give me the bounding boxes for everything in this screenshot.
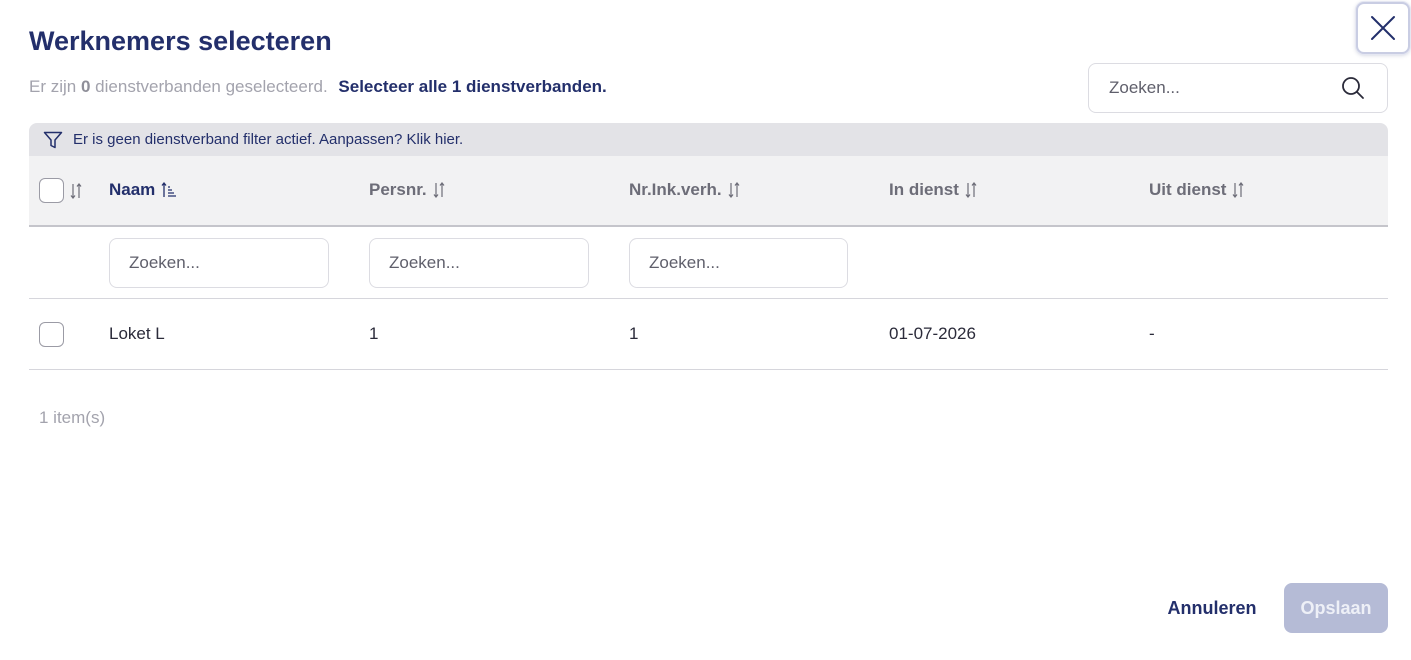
filter-icon [43,131,63,149]
sort-icon[interactable] [728,181,740,199]
employment-filter-bar[interactable]: Er is geen dienstverband filter actief. … [29,123,1388,156]
select-all-checkbox[interactable] [39,178,64,203]
persnr-filter-input[interactable] [369,238,589,288]
column-header-label: Persnr. [369,180,427,199]
selection-suffix: dienstverbanden geselecteerd. [95,77,328,96]
filter-bar-text: Er is geen dienstverband filter actief. … [73,131,464,148]
selection-count: 0 [80,77,91,96]
sort-icon[interactable] [1232,181,1244,199]
column-header-label: Nr.Ink.verh. [629,180,722,199]
cell-in-dienst: 01-07-2026 [889,324,976,343]
cell-naam: Loket L [109,324,165,343]
save-button[interactable]: Opslaan [1284,583,1388,633]
sort-icon[interactable] [433,181,445,199]
global-search [1088,63,1388,113]
column-filter-row [29,228,1388,299]
item-count: 1 item(s) [39,408,106,427]
table-header: Naam Persnr. Nr.Ink.verh. In dienst Uit … [29,156,1388,227]
sort-icon[interactable] [70,182,82,200]
global-search-input[interactable] [1089,64,1339,112]
dialog-title: Werknemers selecteren [29,26,332,56]
employee-select-dialog: Werknemers selecteren Er zijn 0 dienstve… [0,0,1411,660]
column-header-naam[interactable]: Naam [109,180,177,200]
selection-prefix: Er zijn [29,77,77,96]
nr-ink-verh-filter-input[interactable] [629,238,848,288]
select-all-link[interactable]: Selecteer alle 1 dienstverbanden. [338,77,606,96]
column-header-label: Naam [109,180,156,199]
table-row[interactable]: Loket L 1 1 01-07-2026 - [29,299,1388,370]
column-header-nr-ink-verh[interactable]: Nr.Ink.verh. [629,180,740,200]
row-checkbox[interactable] [39,321,64,347]
column-header-label: In dienst [889,180,959,199]
close-button[interactable] [1356,2,1410,54]
sort-ascending-icon[interactable] [161,181,177,199]
cancel-button[interactable]: Annuleren [1152,583,1272,633]
cell-persnr: 1 [369,324,379,343]
column-header-persnr[interactable]: Persnr. [369,180,445,200]
row-select-cell [39,299,64,369]
column-header-in-dienst[interactable]: In dienst [889,180,977,200]
cell-uit-dienst: - [1149,324,1155,343]
cell-nr-ink-verh: 1 [629,324,639,343]
sort-icon[interactable] [965,181,977,199]
column-header-label: Uit dienst [1149,180,1227,199]
selection-summary: Er zijn 0 dienstverbanden geselecteerd. … [29,77,607,97]
close-icon [1371,16,1395,40]
column-header-uit-dienst[interactable]: Uit dienst [1149,180,1244,200]
naam-filter-input[interactable] [109,238,329,288]
select-all-column [39,178,82,203]
search-icon[interactable] [1341,76,1365,100]
